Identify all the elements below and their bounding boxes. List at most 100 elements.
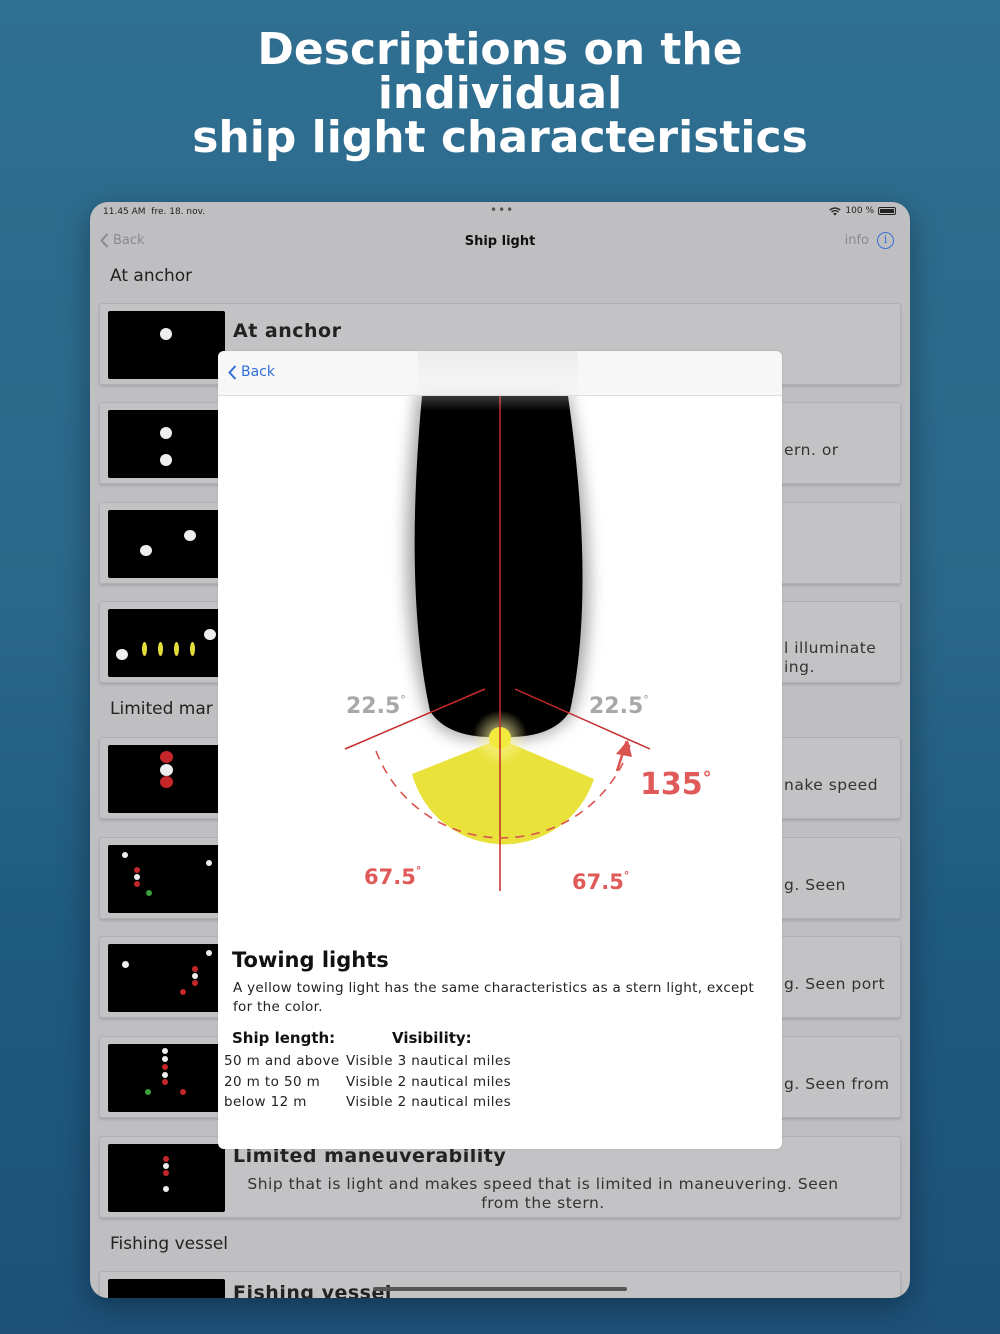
chevron-left-icon: [228, 364, 237, 380]
info-icon: i: [877, 232, 894, 249]
white-light-icon: [206, 860, 212, 866]
angle-label-left-top: 22.5°: [346, 693, 406, 719]
wifi-icon: [829, 206, 842, 215]
status-time: 11.45 AM: [103, 207, 146, 217]
light-thumbnail: [108, 845, 225, 913]
row-text: g. Seen from: [784, 1075, 890, 1093]
row-description: Ship that is light and makes speed that …: [247, 1175, 839, 1212]
row-text: l illuminate: [784, 639, 877, 657]
light-thumbnail: [108, 311, 225, 379]
white-light-icon: [206, 950, 212, 956]
headline-line-3: ship light characteristics: [192, 112, 808, 163]
row-title: At anchor: [233, 320, 342, 342]
status-time-date: 11.45 AM fre. 18. nov.: [103, 207, 205, 217]
red-light-icon: [134, 881, 140, 887]
red-light-icon: [163, 1170, 169, 1176]
row-text: g. Seen: [784, 876, 846, 894]
page-title: Ship light: [464, 234, 536, 249]
row-title: Fishing vessel: [233, 1282, 392, 1298]
battery-icon: [878, 207, 896, 215]
light-thumbnail: [108, 1279, 225, 1298]
white-light-icon: [160, 328, 172, 340]
white-light-icon: [134, 874, 140, 880]
spec-visibility: Visible 2 nautical miles: [346, 1074, 512, 1090]
info-button[interactable]: info i: [845, 232, 894, 249]
yellow-light-icon: [174, 642, 179, 656]
towing-light-diagram: 22.5° 22.5° 135° 67.5° 67.5°: [344, 351, 712, 894]
list-item[interactable]: Fishing vessel: [99, 1271, 901, 1298]
white-light-icon: [116, 649, 128, 660]
angle-label-right-top: 22.5°: [589, 693, 649, 719]
modal-back-label: Back: [241, 364, 275, 380]
white-light-icon: [162, 1072, 168, 1078]
status-bar: 11.45 AM fre. 18. nov. ••• 100 %: [90, 202, 910, 224]
spec-visibility: Visible 2 nautical miles: [346, 1094, 512, 1110]
white-light-icon: [162, 1048, 168, 1054]
yellow-light-icon: [142, 642, 147, 656]
ship-length-header: Ship length:: [232, 1029, 336, 1047]
red-light-icon: [180, 1089, 186, 1095]
status-right: 100 %: [829, 206, 896, 216]
arrow-head-icon: [616, 740, 632, 757]
home-indicator[interactable]: [373, 1287, 627, 1291]
headline-line-1: Descriptions on the: [257, 24, 743, 75]
headline: Descriptions on the individual ship ligh…: [0, 28, 1000, 160]
angle-label-right-bottom: 67.5°: [572, 869, 629, 894]
green-light-icon: [146, 890, 152, 896]
white-light-icon: [184, 530, 196, 541]
spec-visibility: Visible 3 nautical miles: [346, 1053, 512, 1069]
section-header-at-anchor: At anchor: [110, 266, 193, 286]
visibility-header: Visibility:: [392, 1029, 472, 1047]
red-light-icon: [134, 867, 140, 873]
row-text: g. Seen port: [784, 975, 886, 993]
red-light-icon: [162, 1064, 168, 1070]
towing-description: A yellow towing light has the same chara…: [233, 980, 755, 1015]
white-light-icon: [163, 1163, 169, 1169]
spec-length: below 12 m: [224, 1094, 307, 1110]
section-header-fishing: Fishing vessel: [110, 1234, 229, 1254]
multitask-dots-icon[interactable]: •••: [490, 203, 514, 217]
light-thumbnail: [108, 1044, 225, 1112]
white-light-icon: [204, 629, 216, 640]
red-light-icon: [160, 776, 173, 788]
status-date: fre. 18. nov.: [151, 207, 206, 217]
white-light-icon: [162, 1056, 168, 1062]
row-text: ern. or: [784, 441, 839, 459]
white-light-icon: [140, 545, 152, 556]
white-light-icon: [160, 427, 172, 439]
red-light-icon: [160, 751, 173, 763]
angle-label-arc: 135°: [640, 767, 712, 802]
yellow-light-icon: [158, 642, 163, 656]
red-light-icon: [180, 989, 186, 995]
light-thumbnail: [108, 1144, 225, 1212]
battery-percent: 100 %: [845, 206, 874, 216]
light-thumbnail: [108, 944, 225, 1012]
red-light-icon: [163, 1156, 169, 1162]
towing-light-modal: 22.5° 22.5° 135° 67.5° 67.5° Back Towing…: [218, 351, 782, 1149]
green-light-icon: [145, 1089, 151, 1095]
ship-hull: [414, 396, 583, 738]
modal-nav-bar: Back: [218, 351, 782, 396]
yellow-light-icon: [190, 642, 195, 656]
white-light-icon: [160, 454, 172, 466]
angle-label-left-bottom: 67.5°: [364, 864, 421, 889]
light-thumbnail: [108, 745, 225, 813]
white-light-icon: [192, 973, 198, 979]
white-light-icon: [122, 852, 128, 858]
red-light-icon: [192, 966, 198, 972]
white-light-icon: [160, 764, 173, 776]
modal-back-button[interactable]: Back: [228, 364, 275, 380]
headline-line-2: individual: [377, 68, 623, 119]
red-light-icon: [192, 980, 198, 986]
white-light-icon: [163, 1186, 169, 1192]
row-text: ing.: [784, 658, 815, 676]
spec-length: 20 m to 50 m: [224, 1074, 321, 1090]
light-thumbnail: [108, 510, 225, 578]
white-light-icon: [122, 961, 129, 968]
nav-bar: Back Ship light info i: [90, 228, 910, 258]
row-text: nake speed: [784, 776, 879, 794]
section-header-limited: Limited mar: [110, 699, 213, 719]
towing-title: Towing lights: [232, 948, 389, 972]
info-label: info: [844, 233, 869, 248]
red-light-icon: [162, 1079, 168, 1085]
